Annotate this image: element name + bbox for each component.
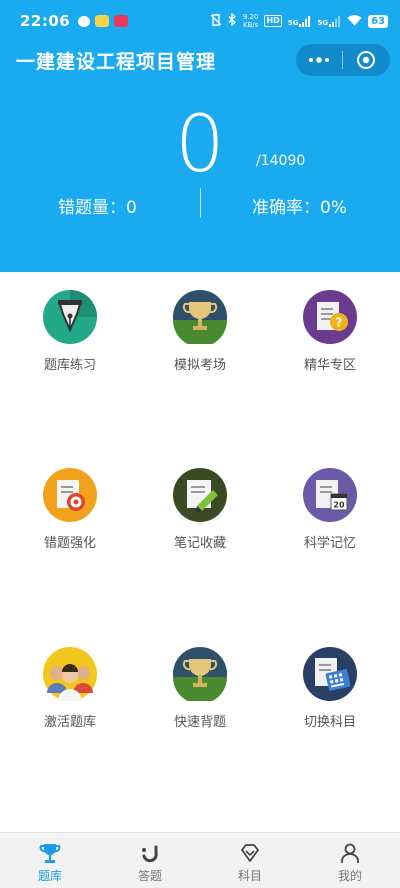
total-questions: /14090 [256, 153, 306, 169]
signal-5g-1: 5G [287, 15, 312, 27]
tab-answer[interactable]: 答题 [100, 833, 200, 888]
grid-label: 科学记忆 [303, 536, 356, 551]
close-miniprogram-button[interactable] [343, 44, 389, 76]
grid-item-quick-review[interactable]: 快速背题 [140, 647, 260, 730]
bluetooth-icon [228, 12, 237, 29]
header-wave [0, 232, 400, 270]
miniprogram-capsule [296, 44, 390, 76]
wrong-count: 错题量：0 [58, 198, 137, 218]
note-pencil-icon [173, 468, 227, 522]
tab-label: 我的 [337, 869, 362, 883]
calendar-document-icon: 20 [303, 468, 357, 522]
smile-icon [142, 845, 158, 863]
signal-5g-2-label: 5G [317, 18, 329, 27]
signal-bars-icon [299, 15, 311, 27]
bottom-tab-bar: 题库 答题 科目 我的 [0, 832, 400, 888]
grid-label: 笔记收藏 [173, 536, 226, 551]
signal-5g-2: 5G [317, 15, 341, 27]
target-close-icon [357, 51, 375, 69]
tab-label: 答题 [137, 869, 162, 883]
stat-divider [200, 188, 201, 218]
net-speed-value: 9.20 [242, 13, 259, 21]
grid-item-essentials[interactable]: ? 精华专区 [270, 290, 390, 373]
battery-indicator: 63 [368, 14, 388, 28]
tab-question-bank[interactable]: 题库 [0, 833, 100, 888]
status-bar: 22:06 9.20 KB/s HD 5G 5G 63 [0, 0, 400, 42]
notification-icons [78, 15, 129, 27]
more-button[interactable] [296, 44, 342, 76]
question-document-icon: ? [303, 290, 357, 344]
mute-icon [210, 13, 222, 29]
signal-5g-1-label: 5G [287, 18, 299, 27]
svg-text:?: ? [336, 316, 343, 330]
grid-item-mock-exam[interactable]: 模拟考场 [140, 290, 260, 373]
grid-item-notes[interactable]: 笔记收藏 [140, 468, 260, 551]
grid-item-activate[interactable]: 激活题库 [10, 647, 130, 730]
net-speed-unit: KB/s [242, 21, 259, 29]
page-title: 一建建设工程项目管理 [16, 51, 217, 73]
grid-item-practice[interactable]: 题库练习 [10, 290, 130, 373]
people-group-icon [43, 647, 97, 701]
tab-label: 题库 [37, 869, 62, 883]
person-icon [341, 843, 359, 863]
answered-count: 0 [175, 100, 225, 190]
svg-text:20: 20 [333, 501, 345, 510]
tab-subjects[interactable]: 科目 [200, 833, 300, 888]
status-time: 22:06 [20, 12, 71, 30]
document-target-icon [43, 468, 97, 522]
chat-icon [78, 15, 91, 27]
grid-item-switch-subject[interactable]: 切换科目 [270, 647, 390, 730]
keyboard-calendar-icon [303, 647, 357, 701]
grid-label: 快速背题 [173, 715, 226, 730]
hd-badge: HD [264, 15, 282, 27]
grid-label: 错题强化 [43, 536, 96, 551]
grid-item-memory[interactable]: 20 科学记忆 [270, 468, 390, 551]
grid-item-mistakes[interactable]: 错题强化 [10, 468, 130, 551]
accuracy-rate: 准确率：0% [252, 198, 347, 218]
net-speed: 9.20 KB/s [243, 13, 259, 29]
trophy-icon [173, 290, 227, 344]
more-dots-icon [309, 57, 329, 63]
grid-label: 题库练习 [43, 358, 96, 373]
grid-label: 精华专区 [303, 358, 356, 373]
grid-label: 模拟考场 [173, 358, 226, 373]
emoji-app-icon [95, 15, 110, 27]
trophy-icon [173, 647, 227, 701]
wifi-icon [347, 14, 362, 29]
grid-label: 切换科目 [303, 715, 356, 730]
tab-me[interactable]: 我的 [300, 833, 400, 888]
diamond-icon [241, 844, 259, 862]
tab-label: 科目 [237, 869, 262, 883]
status-right-icons: 9.20 KB/s HD 5G 5G 63 [210, 12, 388, 29]
pen-nib-icon [43, 290, 97, 344]
grid-label: 激活题库 [43, 715, 96, 730]
trophy-icon [39, 844, 61, 863]
red-app-icon [114, 15, 129, 27]
signal-bars-icon [329, 15, 341, 27]
